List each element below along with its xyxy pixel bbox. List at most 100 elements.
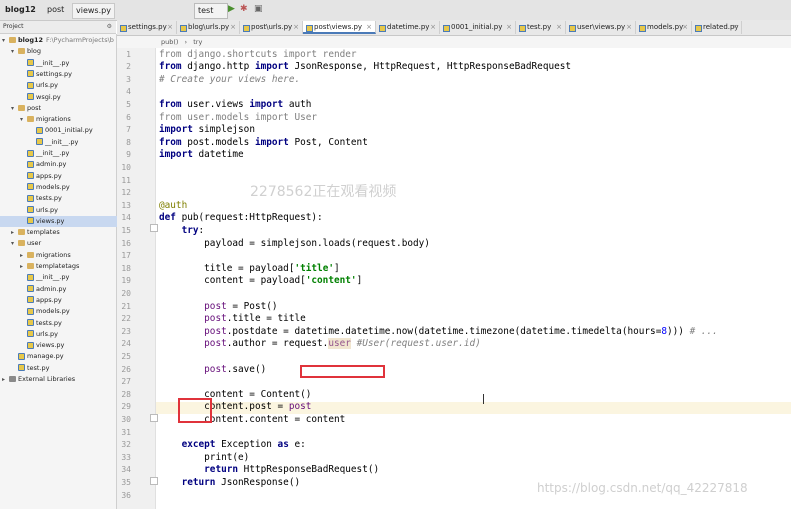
tree-item[interactable]: __init__.py <box>20 148 69 159</box>
fold-marker-icon[interactable] <box>150 477 158 485</box>
editor-tab[interactable]: user\views.py × <box>566 21 636 34</box>
chevron-right-icon[interactable]: ▸ <box>20 250 27 261</box>
code-line[interactable]: try: <box>159 225 205 238</box>
settings-icon[interactable]: ⚙ <box>107 21 112 33</box>
python-file-icon <box>379 25 386 32</box>
tree-item[interactable]: tests.py <box>20 318 62 329</box>
project-label[interactable]: Project <box>3 23 24 30</box>
tree-item[interactable]: __init__.py <box>29 137 78 148</box>
tree-item[interactable]: ▸ migrations <box>20 250 71 261</box>
code-line[interactable]: post.author = request.user #User(request… <box>159 338 481 351</box>
code-line[interactable]: except Exception as e: <box>159 439 306 452</box>
code-line[interactable]: from django.shortcuts import render <box>159 49 357 62</box>
code-line[interactable]: from user.views import auth <box>159 99 311 112</box>
close-icon[interactable]: × <box>506 21 512 34</box>
chevron-right-icon[interactable]: ▸ <box>11 227 18 238</box>
tree-item[interactable]: models.py <box>20 306 70 317</box>
close-icon[interactable]: × <box>626 21 632 34</box>
editor-tab[interactable]: post\urls.py × <box>240 21 303 34</box>
editor-tab[interactable]: test.py × <box>516 21 566 34</box>
tree-item[interactable]: manage.py <box>11 351 64 362</box>
tree-item[interactable]: test.py <box>11 363 50 374</box>
code-line[interactable]: def pub(request:HttpRequest): <box>159 212 323 225</box>
code-line[interactable]: @auth <box>159 200 187 213</box>
tree-item[interactable]: ▾ user <box>11 238 41 249</box>
tree-item[interactable]: __init__.py <box>20 58 69 69</box>
tree-item[interactable]: ▾ migrations <box>20 114 71 125</box>
code-line[interactable]: # Create your views here. <box>159 74 300 87</box>
close-icon[interactable]: × <box>293 21 299 34</box>
close-icon[interactable]: × <box>167 21 173 34</box>
close-icon[interactable]: × <box>230 21 236 34</box>
code-line[interactable]: return JsonResponse() <box>159 477 301 490</box>
editor-tab[interactable]: post\views.py × <box>303 21 376 34</box>
tree-item[interactable]: ▾ blog12 F:\PycharmProjects\b <box>2 35 114 46</box>
tree-item[interactable]: ▸ templatetags <box>20 261 79 272</box>
tree-item[interactable]: __init__.py <box>20 272 69 283</box>
code-line[interactable]: post = Post() <box>159 301 277 314</box>
tree-item[interactable]: urls.py <box>20 205 58 216</box>
code-line[interactable]: import datetime <box>159 149 244 162</box>
tree-item[interactable]: apps.py <box>20 171 62 182</box>
chevron-right-icon[interactable]: ▸ <box>20 261 27 272</box>
tree-item[interactable]: admin.py <box>20 159 66 170</box>
editor-tab[interactable]: blog\urls.py × <box>177 21 240 34</box>
code-line[interactable]: content = payload['content'] <box>159 275 362 288</box>
tree-item[interactable]: admin.py <box>20 284 66 295</box>
code-line[interactable]: post.postdate = datetime.datetime.now(da… <box>159 326 718 339</box>
code-line[interactable]: from post.models import Post, Content <box>159 137 368 150</box>
tree-item[interactable]: views.py <box>20 340 64 351</box>
tree-item-label: __init__.py <box>45 137 79 146</box>
close-icon[interactable]: × <box>556 21 562 34</box>
project-crumb[interactable]: blog12 <box>2 3 39 17</box>
editor-tab[interactable]: related.py × <box>692 21 742 34</box>
tree-item[interactable]: models.py <box>20 182 70 193</box>
tree-item[interactable]: apps.py <box>20 295 62 306</box>
tree-item[interactable]: wsgi.py <box>20 92 61 103</box>
code-line[interactable]: post.save() <box>159 364 266 377</box>
tree-item[interactable]: urls.py <box>20 329 58 340</box>
code-line[interactable]: return HttpResponseBadRequest() <box>159 464 379 477</box>
chevron-down-icon[interactable]: ▾ <box>20 114 27 125</box>
editor-tab[interactable]: settings.py × <box>117 21 177 34</box>
close-icon[interactable]: × <box>366 21 372 34</box>
tree-item[interactable]: tests.py <box>20 193 62 204</box>
tree-item[interactable]: views.py <box>0 215 136 227</box>
close-icon[interactable]: × <box>682 21 688 34</box>
code-line[interactable]: title = payload['title'] <box>159 263 340 276</box>
editor-tab[interactable]: models.py × <box>636 21 692 34</box>
chevron-down-icon[interactable]: ▾ <box>11 238 18 249</box>
tree-item[interactable]: settings.py <box>20 69 72 80</box>
debug-icon[interactable]: ✱ <box>240 3 248 15</box>
breadcrumb-function[interactable]: pub() <box>161 38 178 46</box>
post-crumb[interactable]: post <box>44 3 67 17</box>
tree-item-label: tests.py <box>36 318 62 327</box>
code-line[interactable]: post.title = title <box>159 313 306 326</box>
fold-marker-icon[interactable] <box>150 224 158 232</box>
editor-tab[interactable]: 0001_initial.py × <box>440 21 516 34</box>
tree-item[interactable]: ▾ blog <box>11 46 41 57</box>
run-config-select[interactable]: test <box>194 3 228 19</box>
tree-item[interactable]: ▸ External Libraries <box>2 374 75 385</box>
tree-item[interactable]: 0001_initial.py <box>29 125 93 136</box>
code-line[interactable]: print(e) <box>159 452 249 465</box>
chevron-down-icon[interactable]: ▾ <box>11 46 18 57</box>
tree-item[interactable]: ▾ post <box>11 103 41 114</box>
chevron-right-icon[interactable]: ▸ <box>2 374 9 385</box>
code-line[interactable]: import simplejson <box>159 124 255 137</box>
code-line[interactable]: from user.models import User <box>159 112 317 125</box>
code-line[interactable]: payload = simplejson.loads(request.body) <box>159 238 430 251</box>
tree-item[interactable]: urls.py <box>20 80 58 91</box>
coverage-icon[interactable]: ▣ <box>254 3 263 15</box>
close-icon[interactable]: × <box>732 21 738 34</box>
chevron-down-icon[interactable]: ▾ <box>11 103 18 114</box>
file-crumb[interactable]: views.py <box>72 3 115 19</box>
run-icon[interactable]: ▶ <box>228 3 235 15</box>
tree-item[interactable]: ▸ templates <box>11 227 60 238</box>
code-line[interactable]: from django.http import JsonResponse, Ht… <box>159 61 571 74</box>
fold-marker-icon[interactable] <box>150 414 158 422</box>
chevron-down-icon[interactable]: ▾ <box>2 35 9 46</box>
editor-tab[interactable]: datetime.py × <box>376 21 440 34</box>
close-icon[interactable]: × <box>430 21 436 34</box>
breadcrumb-block[interactable]: try <box>193 38 202 46</box>
